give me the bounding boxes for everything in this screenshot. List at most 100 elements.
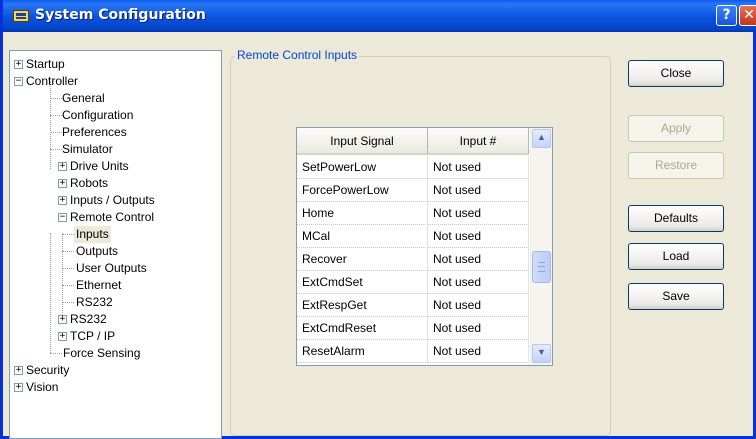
- title-bar[interactable]: System Configuration ? ✕: [3, 0, 756, 32]
- signal-cell[interactable]: Home: [297, 202, 428, 225]
- table-row[interactable]: Recover Not used: [297, 248, 529, 271]
- tree-item-outputs[interactable]: Outputs: [76, 243, 118, 260]
- expand-icon[interactable]: +: [58, 179, 67, 188]
- apply-button[interactable]: Apply: [628, 115, 724, 142]
- close-window-button[interactable]: ✕: [739, 5, 756, 26]
- signal-cell[interactable]: ExtRespGet: [297, 294, 428, 317]
- tree-item-force-sensing[interactable]: Force Sensing: [63, 345, 140, 362]
- input-number-cell[interactable]: Not used: [428, 225, 529, 248]
- input-number-cell[interactable]: Not used: [428, 248, 529, 271]
- expand-icon[interactable]: +: [14, 60, 23, 69]
- input-number-cell[interactable]: Not used: [428, 202, 529, 225]
- grid-header: Input Signal Input #: [297, 128, 529, 156]
- tree-connector: [62, 234, 74, 235]
- tree-item-label: Vision: [26, 380, 59, 394]
- tree-item-label: Drive Units: [70, 159, 129, 173]
- tree-connector: [62, 268, 74, 269]
- restore-button[interactable]: Restore: [628, 152, 724, 179]
- tree-item-user-outputs[interactable]: User Outputs: [76, 260, 147, 277]
- tree-connector: [50, 115, 62, 116]
- tree-item-simulator[interactable]: Simulator: [62, 141, 113, 158]
- app-icon: [13, 10, 29, 22]
- tree-item-rs232-remote[interactable]: RS232: [76, 294, 113, 311]
- grid-vertical-scrollbar[interactable]: ▲ ▼: [530, 128, 552, 365]
- input-number-cell[interactable]: Not used: [428, 340, 529, 363]
- tree-connector: [50, 353, 62, 354]
- collapse-icon[interactable]: −: [14, 77, 23, 86]
- tree-connector: [62, 302, 74, 303]
- scroll-up-icon[interactable]: ▲: [532, 129, 551, 148]
- tree-item-label: Simulator: [62, 142, 113, 156]
- table-row[interactable]: ForcePowerLow Not used: [297, 179, 529, 202]
- input-number-cell[interactable]: Not used: [428, 156, 529, 179]
- tree-item-inputs[interactable]: Inputs: [74, 226, 111, 243]
- signal-cell[interactable]: ResetAlarm: [297, 340, 428, 363]
- tree-connector: [50, 233, 51, 353]
- expand-icon[interactable]: +: [14, 366, 23, 375]
- table-row[interactable]: ResetAlarm Not used: [297, 340, 529, 363]
- configuration-tree[interactable]: + Startup − Controller General Configura…: [9, 50, 222, 439]
- input-signal-grid[interactable]: Input Signal Input # SetPowerLow Not use…: [296, 127, 553, 366]
- input-number-cell[interactable]: Not used: [428, 179, 529, 202]
- tree-item-label: RS232: [76, 295, 113, 309]
- input-number-cell[interactable]: Not used: [428, 294, 529, 317]
- help-button[interactable]: ?: [716, 5, 737, 26]
- tree-item-preferences[interactable]: Preferences: [62, 124, 127, 141]
- tree-item-label: Controller: [26, 74, 79, 88]
- defaults-button[interactable]: Defaults: [628, 205, 724, 232]
- signal-cell[interactable]: MCal: [297, 225, 428, 248]
- tree-item-label: Security: [26, 363, 70, 377]
- tree-item-label: RS232: [70, 312, 107, 326]
- tree-item-label: Ethernet: [76, 278, 122, 292]
- group-label: Remote Control Inputs: [235, 48, 360, 62]
- tree-item-label: Force Sensing: [63, 346, 141, 360]
- tree-item-label: Startup: [26, 57, 65, 71]
- close-button[interactable]: Close: [628, 60, 724, 87]
- tree-item-ethernet[interactable]: Ethernet: [76, 277, 121, 294]
- signal-cell[interactable]: SetPowerLow: [297, 156, 428, 179]
- tree-item-configuration[interactable]: Configuration: [62, 107, 133, 124]
- expand-icon[interactable]: +: [58, 196, 67, 205]
- expand-icon[interactable]: +: [58, 162, 67, 171]
- expand-icon[interactable]: +: [58, 332, 67, 341]
- signal-cell[interactable]: ExtCmdSet: [297, 271, 428, 294]
- tree-item-label: Robots: [70, 176, 109, 190]
- table-row[interactable]: ExtRespGet Not used: [297, 294, 529, 317]
- column-header-input-number[interactable]: Input #: [428, 128, 529, 155]
- input-number-cell[interactable]: Not used: [428, 271, 529, 294]
- signal-cell[interactable]: ForcePowerLow: [297, 179, 428, 202]
- tree-item-label: General: [62, 91, 105, 105]
- save-button[interactable]: Save: [628, 283, 724, 310]
- window-title: System Configuration: [35, 7, 206, 23]
- tree-connector: [62, 285, 74, 286]
- tree-connector: [50, 132, 62, 133]
- tree-item-label: User Outputs: [76, 261, 147, 275]
- signal-cell[interactable]: ExtCmdReset: [297, 317, 428, 340]
- expand-icon[interactable]: +: [14, 383, 23, 392]
- collapse-icon[interactable]: −: [58, 213, 67, 222]
- tree-connector: [50, 98, 62, 99]
- signal-cell[interactable]: Recover: [297, 248, 428, 271]
- input-number-cell[interactable]: Not used: [428, 317, 529, 340]
- tree-item-general[interactable]: General: [62, 90, 105, 107]
- tree-item-label: Remote Control: [70, 210, 155, 224]
- scroll-thumb[interactable]: [532, 251, 551, 283]
- table-row[interactable]: Home Not used: [297, 202, 529, 225]
- table-row[interactable]: ExtCmdReset Not used: [297, 317, 529, 340]
- tree-item-label: Preferences: [62, 125, 127, 139]
- tree-item-label: Inputs: [76, 227, 109, 241]
- table-row[interactable]: MCal Not used: [297, 225, 529, 248]
- tree-connector: [50, 81, 51, 169]
- column-header-input-signal[interactable]: Input Signal: [297, 128, 428, 155]
- table-row[interactable]: SetPowerLow Not used: [297, 156, 529, 179]
- tree-connector: [50, 149, 62, 150]
- tree-item-label: TCP / IP: [70, 329, 116, 343]
- load-button[interactable]: Load: [628, 243, 724, 270]
- expand-icon[interactable]: +: [58, 315, 67, 324]
- table-row[interactable]: ExtCmdSet Not used: [297, 271, 529, 294]
- scroll-down-icon[interactable]: ▼: [532, 344, 551, 363]
- tree-connector: [62, 251, 74, 252]
- tree-item-label: Outputs: [76, 244, 119, 258]
- tree-item-label: Inputs / Outputs: [70, 193, 155, 207]
- tree-connector: [62, 233, 63, 323]
